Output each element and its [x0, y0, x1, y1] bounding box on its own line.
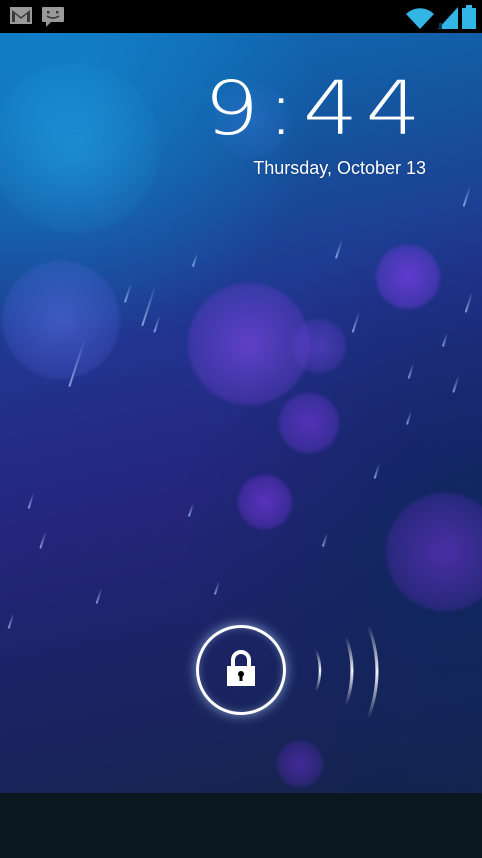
bokeh-circle — [238, 475, 292, 529]
gmail-icon — [10, 7, 32, 32]
rain-streak — [462, 185, 472, 207]
message-icon — [42, 7, 64, 32]
rain-streak — [7, 613, 15, 629]
rain-streak — [213, 581, 221, 595]
bottom-bar — [0, 793, 482, 858]
bokeh-circle — [376, 245, 440, 309]
status-bar — [0, 0, 482, 33]
notification-icons — [10, 7, 64, 32]
rain-streak — [334, 239, 344, 259]
rain-streak — [464, 291, 474, 313]
bokeh-circle — [2, 261, 120, 379]
rain-streak — [141, 283, 157, 327]
rain-streak — [191, 253, 199, 267]
rain-streak — [441, 333, 449, 347]
bokeh-circle — [279, 393, 339, 453]
system-icons — [406, 5, 476, 34]
lock-screen: 9:44 Thursday, October 13 — [0, 0, 482, 858]
rain-streak — [95, 588, 103, 604]
rain-streak — [153, 315, 161, 333]
bokeh-circle — [292, 319, 346, 373]
rain-streak — [373, 463, 381, 479]
rain-streak — [123, 283, 133, 303]
rain-streak — [27, 493, 35, 509]
rain-streak — [39, 531, 47, 549]
rain-streak — [405, 411, 413, 425]
lock-date: Thursday, October 13 — [253, 158, 426, 178]
wifi-icon — [406, 7, 434, 34]
bokeh-circle — [277, 741, 323, 787]
bokeh-circle — [0, 63, 160, 233]
rain-streak — [351, 311, 361, 333]
signal-icon — [438, 7, 458, 34]
rain-streak — [452, 375, 460, 393]
rain-streak — [187, 503, 195, 517]
rain-streak — [407, 363, 415, 379]
rain-streak — [321, 533, 329, 547]
bokeh-circle — [386, 493, 482, 611]
lock-icon — [227, 650, 255, 686]
lock-clock: 9:44 — [203, 66, 428, 152]
unlock-handle[interactable] — [196, 625, 286, 715]
battery-icon — [462, 5, 476, 34]
unlock-arrows — [300, 615, 390, 730]
